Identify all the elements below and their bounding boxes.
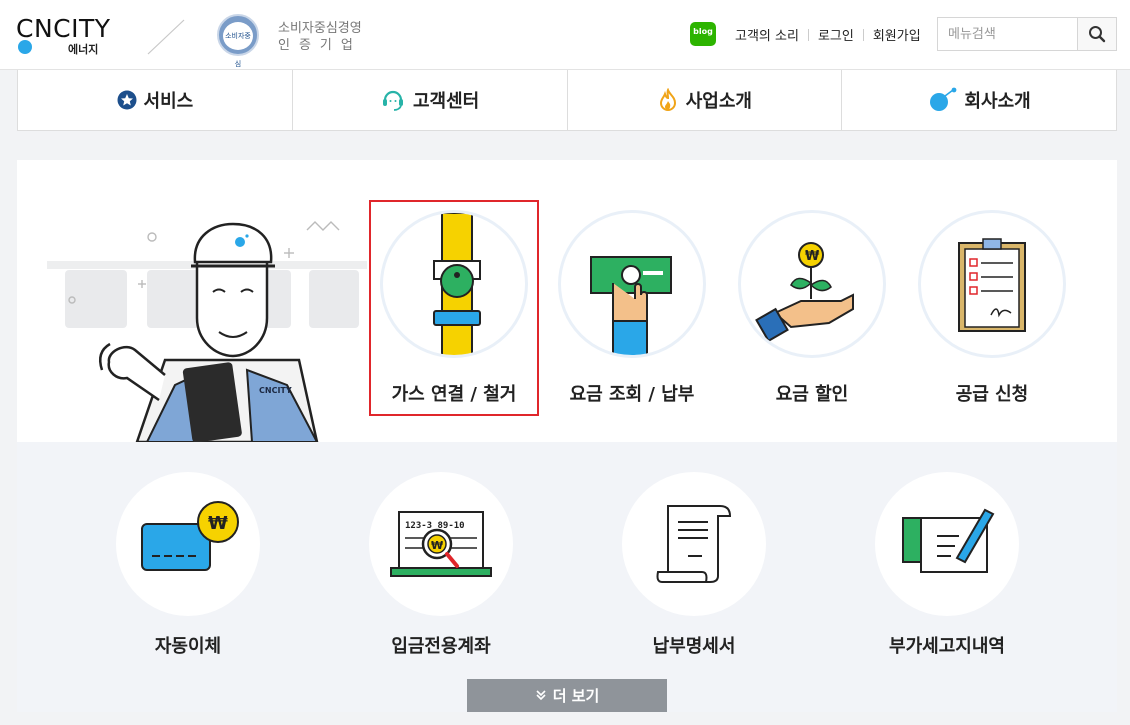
certification-badge-icon: 소비자중심 — [217, 14, 259, 68]
svg-text:₩: ₩ — [805, 249, 820, 264]
link-login[interactable]: 로그인 — [809, 25, 863, 44]
logo-subtitle: 에너지 — [68, 43, 99, 56]
blog-icon[interactable]: blog — [690, 22, 716, 46]
certification-subtext: 인증기업 — [278, 38, 362, 53]
tax-document-icon — [875, 472, 1019, 616]
link-signup[interactable]: 회원가입 — [864, 25, 930, 44]
nav-services[interactable]: 서비스 — [18, 70, 293, 130]
svg-text:CNCITY: CNCITY — [259, 386, 292, 395]
nav-label: 고객센터 — [413, 91, 480, 112]
star-badge-icon — [117, 90, 137, 110]
svg-text:₩: ₩ — [431, 539, 443, 552]
cash-hand-icon — [558, 210, 706, 358]
more-button-label: 더 보기 — [552, 687, 600, 705]
cncity-logo[interactable]: CNCITY 에너지 — [16, 14, 118, 58]
flame-icon — [657, 88, 679, 112]
service-discount[interactable]: ₩ 요금 할인 — [737, 210, 887, 406]
service-bill-payment[interactable]: 요금 조회 / 납부 — [557, 210, 707, 406]
search-icon — [1089, 26, 1106, 43]
coin-plant-icon: ₩ — [738, 210, 886, 358]
search-button[interactable] — [1077, 17, 1117, 51]
service-label: 요금 할인 — [775, 384, 849, 405]
service-label: 입금전용계좌 — [391, 636, 491, 657]
service-label: 가스 연결 / 철거 — [391, 384, 517, 405]
divider-slash — [147, 19, 185, 55]
service-supply-request[interactable]: 공급 신청 — [917, 210, 1067, 406]
nav-company[interactable]: 회사소개 — [842, 70, 1116, 130]
nav-label: 사업소개 — [685, 91, 752, 112]
service-label: 자동이체 — [154, 636, 222, 657]
service-panel: CNCITY 가스 연결 / 철거 요금 조회 / 납부 ₩ 요금 할인 공급 … — [17, 160, 1117, 712]
gas-pipe-icon — [380, 210, 528, 358]
service-auto-transfer[interactable]: ₩ 자동이체 — [115, 472, 261, 658]
service-label: 요금 조회 / 납부 — [569, 384, 695, 405]
site-header: CNCITY 에너지 소비자중심 소비자중심경영 인증기업 blog 고객의 소… — [0, 0, 1130, 70]
account-search-icon: 123-3 89-10 ₩ — [369, 472, 513, 616]
more-button[interactable]: 더 보기 — [467, 679, 667, 712]
engineer-illustration: CNCITY — [47, 221, 367, 442]
menu-search-input[interactable] — [937, 17, 1078, 51]
logo-wordmark: CNCITY — [16, 14, 111, 43]
nav-label: 회사소개 — [964, 91, 1031, 112]
double-chevron-down-icon — [535, 687, 547, 705]
card-won-icon: ₩ — [116, 472, 260, 616]
dot-circle-icon — [928, 87, 958, 113]
headset-icon — [380, 87, 406, 113]
service-label: 부가세고지내역 — [889, 636, 1005, 657]
utility-links: 고객의 소리 로그인 회원가입 — [726, 25, 930, 44]
main-nav: 서비스 고객센터 사업소개 회사소개 — [17, 70, 1117, 131]
service-label: 공급 신청 — [955, 384, 1029, 405]
logo-dot — [18, 40, 32, 54]
receipt-icon — [622, 472, 766, 616]
nav-business[interactable]: 사업소개 — [568, 70, 843, 130]
svg-text:₩: ₩ — [208, 513, 228, 534]
service-payment-statement[interactable]: 납부명세서 — [621, 472, 767, 658]
clipboard-icon — [918, 210, 1066, 358]
nav-customer-center[interactable]: 고객센터 — [293, 70, 568, 130]
service-vat-notice[interactable]: 부가세고지내역 — [874, 472, 1020, 658]
link-customer-voice[interactable]: 고객의 소리 — [726, 25, 808, 44]
service-label: 납부명세서 — [652, 636, 736, 657]
service-virtual-account[interactable]: 123-3 89-10 ₩ 입금전용계좌 — [368, 472, 514, 658]
nav-label: 서비스 — [143, 91, 194, 112]
service-gas-connect[interactable]: 가스 연결 / 철거 — [369, 200, 539, 416]
